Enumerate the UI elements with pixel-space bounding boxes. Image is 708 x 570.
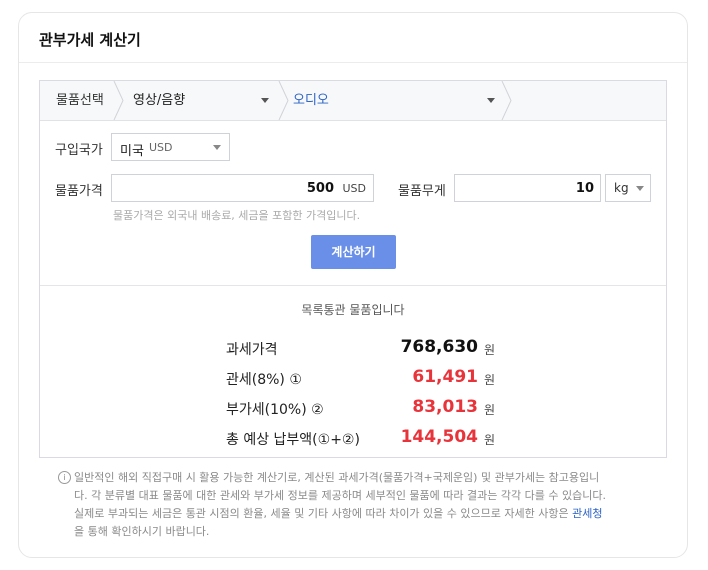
country-select-value: 미국 xyxy=(120,144,144,159)
calculator-card: 관부가세 계산기 물품선택 영상/음향 오디오 구입국가 미국 USD 물품가격… xyxy=(18,12,688,558)
chevron-down-icon xyxy=(636,186,644,191)
result-label: 과세가격 xyxy=(226,342,278,358)
result-unit: 원 xyxy=(484,373,496,387)
page-title: 관부가세 계산기 xyxy=(39,31,141,49)
breadcrumb-separator-icon xyxy=(113,81,124,120)
chevron-down-icon xyxy=(487,98,495,103)
weight-unit-select[interactable]: kg xyxy=(605,174,651,202)
country-currency: USD xyxy=(149,141,173,154)
result-value: 83,013 xyxy=(412,397,478,417)
chevron-down-icon xyxy=(261,98,269,103)
info-icon: i xyxy=(58,471,71,484)
calculate-button[interactable]: 계산하기 xyxy=(311,235,396,269)
chevron-down-icon xyxy=(213,145,221,150)
price-label: 물품가격 xyxy=(55,184,103,199)
price-input-value: 500 xyxy=(306,181,334,196)
result-value: 61,491 xyxy=(412,367,478,387)
result-unit: 원 xyxy=(484,433,496,447)
note-line: 을 통해 확인하시기 바랍니다. xyxy=(74,525,210,538)
result-unit: 원 xyxy=(484,403,496,417)
price-input[interactable]: 500 USD xyxy=(111,174,374,202)
country-label: 구입국가 xyxy=(55,143,103,158)
customs-link[interactable]: 관세청 xyxy=(572,507,602,520)
result-value: 768,630 xyxy=(400,337,478,357)
result-unit: 원 xyxy=(484,343,496,357)
country-select[interactable]: 미국 USD xyxy=(111,133,230,161)
category-select-value: 영상/음향 xyxy=(133,93,186,108)
weight-label: 물품무게 xyxy=(398,184,446,199)
result-value: 144,504 xyxy=(400,427,478,447)
category-select[interactable]: 영상/음향 xyxy=(133,81,273,120)
weight-input-value: 10 xyxy=(575,181,594,196)
result-row: 부가세(10%) ② 83,013 원 xyxy=(40,397,666,421)
note-line: 다. 각 분류별 대표 물품에 대한 관세와 부가세 정보를 제공하며 세부적인… xyxy=(74,489,606,502)
note-line: 일반적인 해외 직접구매 시 활용 가능한 계산기로, 계산된 과세가격(물품가… xyxy=(74,471,600,484)
breadcrumb-separator-icon xyxy=(278,81,289,120)
note-line: 실제로 부과되는 세금은 통관 시점의 환율, 세율 및 기타 사항에 따라 차… xyxy=(74,507,573,520)
breadcrumb-separator-icon xyxy=(501,81,512,120)
result-row: 관세(8%) ① 61,491 원 xyxy=(40,367,666,391)
breadcrumb: 물품선택 영상/음향 오디오 xyxy=(40,81,666,121)
result-label: 관세(8%) ① xyxy=(226,372,302,388)
weight-unit-value: kg xyxy=(614,181,629,195)
calculator-box: 물품선택 영상/음향 오디오 구입국가 미국 USD 물품가격 500 USD … xyxy=(39,80,667,458)
result-row: 총 예상 납부액(①+②) 144,504 원 xyxy=(40,427,666,451)
price-hint: 물품가격은 외국내 배송료, 세금을 포함한 가격입니다. xyxy=(113,209,361,222)
weight-input[interactable]: 10 xyxy=(454,174,601,202)
disclaimer-note: 일반적인 해외 직접구매 시 활용 가능한 계산기로, 계산된 과세가격(물품가… xyxy=(74,469,654,541)
result-label: 부가세(10%) ② xyxy=(226,402,324,418)
result-divider xyxy=(40,285,666,286)
result-heading: 목록통관 물품입니다 xyxy=(301,303,405,317)
title-divider xyxy=(19,62,687,63)
breadcrumb-label: 물품선택 xyxy=(56,93,104,108)
subcategory-select-value: 오디오 xyxy=(293,93,329,108)
result-label: 총 예상 납부액(①+②) xyxy=(226,432,360,448)
price-unit: USD xyxy=(342,182,366,195)
result-row: 과세가격 768,630 원 xyxy=(40,337,666,361)
subcategory-select[interactable]: 오디오 xyxy=(293,81,498,120)
